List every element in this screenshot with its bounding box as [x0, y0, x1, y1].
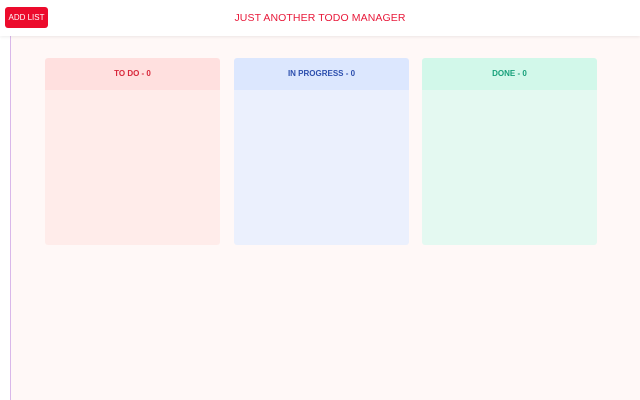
column-header-done: DONE - 0: [422, 58, 597, 90]
column-in-progress: IN PROGRESS - 0: [234, 58, 409, 245]
column-done: DONE - 0: [422, 58, 597, 245]
add-list-button[interactable]: ADD LIST: [5, 7, 48, 28]
kanban-board: TO DO - 0 IN PROGRESS - 0 DONE - 0: [10, 36, 640, 400]
column-header-in-progress: IN PROGRESS - 0: [234, 58, 409, 90]
column-body-todo[interactable]: [45, 90, 220, 245]
column-header-todo: TO DO - 0: [45, 58, 220, 90]
app-title: JUST ANOTHER TODO MANAGER: [234, 12, 406, 24]
column-todo: TO DO - 0: [45, 58, 220, 245]
app-header: ADD LIST JUST ANOTHER TODO MANAGER: [0, 0, 640, 36]
column-body-done[interactable]: [422, 90, 597, 245]
column-body-in-progress[interactable]: [234, 90, 409, 245]
